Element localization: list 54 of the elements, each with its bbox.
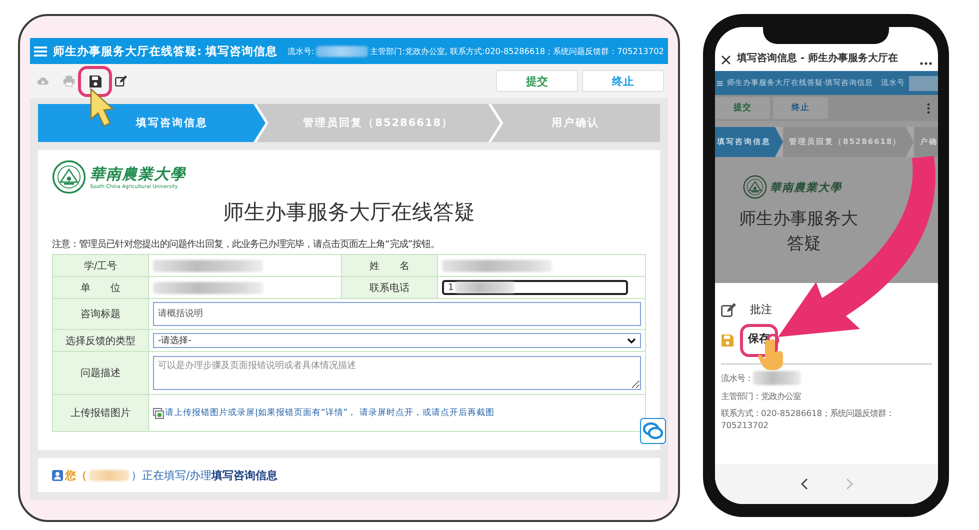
serial-label: 流水号: bbox=[287, 46, 314, 56]
field-label: 联系电话 bbox=[342, 277, 438, 298]
stop-button[interactable]: 终止 bbox=[773, 97, 828, 119]
save-icon[interactable] bbox=[88, 74, 102, 88]
phone-field[interactable]: 1 bbox=[442, 280, 628, 295]
submit-button[interactable]: 提交 bbox=[496, 70, 578, 92]
step-tab[interactable]: 填写咨询信息 bbox=[38, 104, 266, 142]
university-name: 華南農業大學 bbox=[90, 164, 186, 184]
blurred-value bbox=[909, 76, 938, 90]
page-title: 师生办事服务大厅在线答疑: 填写咨询信息 bbox=[53, 44, 278, 58]
type-dropdown[interactable]: -请选择- bbox=[153, 333, 641, 348]
chat-icon[interactable] bbox=[640, 418, 666, 444]
submit-button[interactable]: 提交 bbox=[715, 97, 770, 119]
info-text: 联系方式：020-85286618；系统问题反馈群：705213702 bbox=[721, 407, 896, 431]
caret-icon bbox=[627, 338, 636, 344]
menu-icon[interactable] bbox=[717, 80, 723, 86]
back-icon[interactable] bbox=[800, 478, 808, 490]
more-icon[interactable] bbox=[920, 62, 932, 65]
edit-icon[interactable] bbox=[721, 302, 736, 316]
form-title: 答疑 bbox=[786, 233, 822, 255]
blurred-value bbox=[89, 470, 129, 480]
blurred-value bbox=[454, 282, 515, 293]
info-text: 流水号： bbox=[721, 372, 753, 384]
close-icon[interactable] bbox=[721, 55, 731, 65]
edit-icon[interactable] bbox=[115, 74, 127, 88]
field-label: 姓 名 bbox=[342, 255, 438, 276]
note-menu-item[interactable]: 批注 bbox=[721, 295, 932, 324]
contact-info: 主管部门:党政办公室, 联系方式:020-85286618；系统问题反馈群：705213702 bbox=[370, 46, 664, 56]
upload-link[interactable]: 请上传报错图片或录屏|如果报错页面有“详情”， 请录屏时点开，或请点开后再截图 bbox=[165, 407, 494, 419]
field-label: 问题描述 bbox=[53, 352, 149, 394]
field-label: 咨询标题 bbox=[53, 299, 149, 329]
status-text: ）正在填写/办理填写咨询信息 bbox=[131, 468, 278, 482]
university-emblem-icon bbox=[743, 175, 767, 199]
university-emblem-icon bbox=[52, 160, 86, 194]
field-label: 学/工号 bbox=[53, 255, 149, 276]
image-upload-icon[interactable] bbox=[153, 408, 164, 418]
blurred-value bbox=[316, 46, 368, 56]
field-label: 上传报错图片 bbox=[53, 395, 149, 431]
description-field[interactable]: 可以是办理步骤及页面报错说明或者具体情况描述 bbox=[153, 356, 641, 390]
pointer-cursor-icon bbox=[90, 88, 114, 127]
field-label: 选择反馈的类型 bbox=[53, 330, 149, 351]
field-label: 单 位 bbox=[53, 277, 149, 298]
stop-button[interactable]: 终止 bbox=[582, 70, 664, 92]
notice-text: 注意：管理员已针对您提出的问题作出回复，此业务已办理完毕，请点击页面左上角“完成”按钮。 bbox=[52, 238, 441, 251]
blurred-value bbox=[753, 371, 801, 385]
page-title: 填写咨询信息 - 师生办事服务大厅在 bbox=[737, 52, 900, 65]
title-field[interactable]: 请概括说明 bbox=[153, 302, 641, 326]
hand-pointer-icon bbox=[758, 334, 783, 370]
status-prefix: 您（ bbox=[65, 468, 87, 482]
form-title: 师生办事服务大厅在线答疑 bbox=[222, 199, 476, 226]
info-text: 主管部门：党政办公室 bbox=[721, 390, 801, 402]
university-name: 華南農業大學 bbox=[770, 180, 842, 194]
user-badge-icon bbox=[52, 470, 63, 480]
form-title: 师生办事服务大 bbox=[738, 208, 859, 230]
